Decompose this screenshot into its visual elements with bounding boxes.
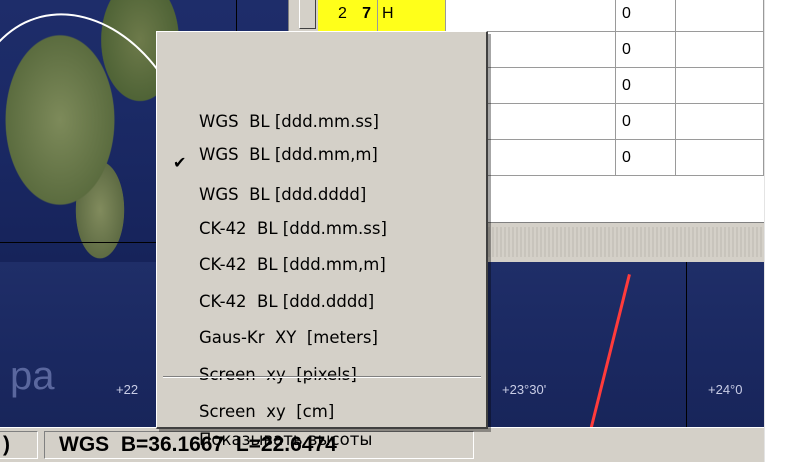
cell-rest[interactable] (676, 104, 764, 140)
menu-item-screen-cm[interactable]: Screen xy [cm] (159, 332, 485, 421)
cell-value[interactable]: 0 (616, 104, 676, 140)
cell-index: 2 (338, 5, 347, 22)
coordinate-format-menu: WGS BL [ddd.mm.ss] WGS BL [ddd.mm,m] ✔ W… (156, 31, 488, 449)
status-panel-left: ) (0, 431, 38, 459)
menu-item-show-heights[interactable]: Показывать высоты (159, 392, 485, 449)
cell-number[interactable]: 27 (318, 0, 378, 32)
application-window: 27 H 0 0 0 0 0 pa +22 +23°30' +24°0) WG… (0, 0, 764, 462)
cell-value[interactable]: 0 (616, 140, 676, 176)
menu-item-wgs-bl-dms[interactable]: WGS BL [ddd.mm.ss] (159, 42, 485, 131)
longitude-tick-label: +23°30' (502, 382, 547, 397)
cell-blank[interactable] (446, 0, 616, 32)
menu-item-screen-pixels[interactable]: Screen xy [pixels] (159, 295, 485, 384)
menu-item-ck42-bl-dms[interactable]: CK-42 BL [ddd.mm.ss] (159, 149, 485, 238)
menu-item-gauss-kruger-xy[interactable]: Gaus-Kr XY [meters] (159, 258, 485, 347)
cell-value[interactable]: 0 (616, 68, 676, 104)
map-grid-line-vertical (686, 262, 687, 427)
cell-value[interactable]: 0 (616, 0, 676, 32)
cell-value-text: 0 (622, 77, 631, 94)
cell-value-text: 0 (622, 5, 631, 22)
status-bar: ) WGS B=36.1667 L=22.6474 (0, 427, 764, 462)
cell-value-text: 0 (622, 41, 631, 58)
menu-item-label: Показывать высоты (199, 430, 373, 449)
cell-rest[interactable] (676, 140, 764, 176)
longitude-tick-label: +24°0 (708, 382, 743, 397)
menu-item-wgs-bl-decimal[interactable]: ✔ WGS BL [ddd.dddd] (159, 115, 485, 204)
cell-rest[interactable] (676, 32, 764, 68)
row-selector[interactable] (299, 0, 316, 29)
menu-item-ck42-bl-decimal[interactable]: CK-42 BL [ddd.dddd] (159, 222, 485, 311)
track-line (589, 274, 631, 427)
status-left-text: ) (3, 433, 10, 456)
cell-rest[interactable] (676, 0, 764, 32)
cell-value-text: 0 (622, 113, 631, 130)
cell-value[interactable]: 0 (616, 32, 676, 68)
menu-item-ck42-bl-dm[interactable]: CK-42 BL [ddd.mm,m] (159, 185, 485, 274)
cell-h[interactable]: H (378, 0, 446, 32)
map-watermark: pa (10, 354, 55, 398)
cell-count: 7 (362, 5, 371, 22)
cell-value-text: 0 (622, 149, 631, 166)
menu-item-wgs-bl-dm[interactable]: WGS BL [ddd.mm,m] (159, 75, 485, 164)
cell-h-text: H (382, 5, 394, 22)
longitude-tick-label: +22 (116, 382, 139, 397)
cell-rest[interactable] (676, 68, 764, 104)
page-margin (764, 0, 788, 462)
menu-separator (163, 376, 481, 378)
table-row[interactable]: 27 H 0 (318, 0, 764, 32)
